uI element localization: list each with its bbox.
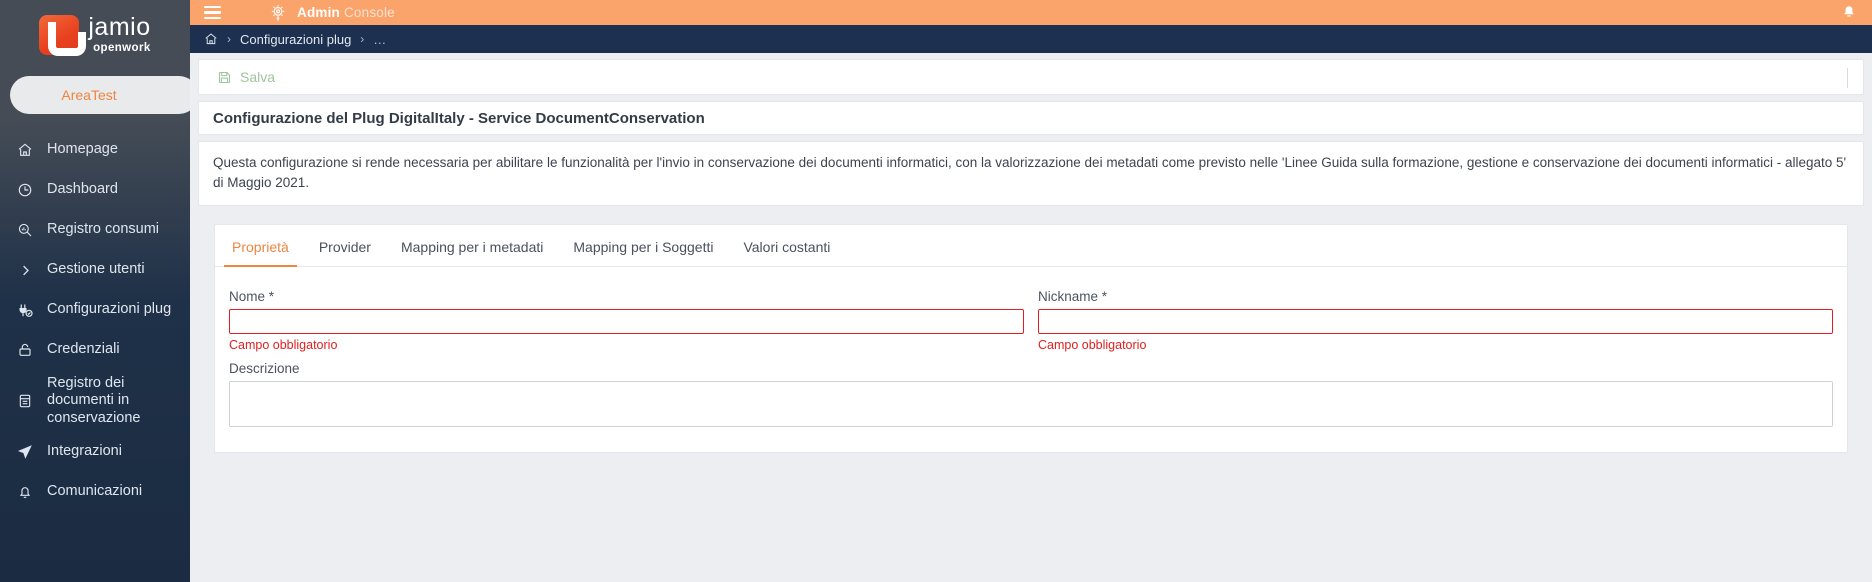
nickname-input[interactable]	[1038, 309, 1833, 335]
bell-icon[interactable]	[1840, 4, 1858, 22]
tab-label: Proprietà	[232, 239, 289, 256]
field-descrizione: Descrizione	[229, 361, 1833, 432]
sidebar-item-registro-consumi[interactable]: Registro consumi	[0, 210, 190, 250]
brand-subtitle: openwork	[93, 42, 151, 55]
content-area: Salva Configurazione del Plug DigitalIta…	[190, 53, 1872, 582]
breadcrumb-item-ellipsis[interactable]: …	[373, 32, 387, 47]
floppy-disk-icon	[217, 70, 232, 85]
sidebar-item-dashboard[interactable]: Dashboard	[0, 170, 190, 210]
toolbar-divider	[1847, 68, 1848, 88]
sidebar-item-label: Credenziali	[47, 341, 120, 358]
sidebar-item-label: Configurazioni plug	[47, 301, 172, 318]
tab-label: Valori costanti	[743, 239, 831, 256]
sidebar-item-gestione-utenti[interactable]: Gestione utenti	[0, 250, 190, 290]
field-nome: Nome * Campo obbligatorio	[229, 289, 1024, 352]
tab-valori-costanti[interactable]: Valori costanti	[728, 239, 845, 266]
nickname-error-message: Campo obbligatorio	[1038, 338, 1147, 353]
breadcrumb-home-icon[interactable]	[204, 32, 218, 46]
sidebar-nav: Homepage Dashboard Registro consumi Gest…	[0, 130, 190, 512]
descrizione-textarea[interactable]	[229, 381, 1833, 428]
tab-mapping-metadati[interactable]: Mapping per i metadati	[386, 239, 558, 266]
sidebar-item-credenziali[interactable]: Credenziali	[0, 330, 190, 370]
chevron-right-icon	[14, 263, 36, 278]
sidebar-item-label: Registro consumi	[47, 221, 160, 238]
breadcrumb-item-configurazioni-plug[interactable]: Configurazioni plug	[240, 32, 351, 47]
tab-label: Mapping per i Soggetti	[573, 239, 714, 256]
book-icon	[14, 393, 36, 409]
page-description-text: Questa configurazione si rende necessari…	[213, 155, 1847, 190]
nickname-label: Nickname *	[1038, 289, 1108, 305]
lock-icon	[14, 342, 36, 358]
sidebar-item-label: Homepage	[47, 141, 118, 158]
brand-logo-block[interactable]: jamio openwork	[0, 0, 190, 62]
sidebar-item-registro-documenti-conservazione[interactable]: Registro dei documenti in conservazione	[0, 370, 190, 432]
bell-outline-icon	[14, 484, 36, 500]
descrizione-label: Descrizione	[229, 361, 300, 377]
breadcrumb-separator: ›	[227, 32, 231, 46]
nome-label: Nome *	[229, 289, 275, 305]
send-icon	[14, 444, 36, 460]
area-label: AreaTest	[61, 87, 117, 103]
brand-text: jamio openwork	[88, 15, 150, 55]
tab-bar: Proprietà Provider Mapping per i metadat…	[215, 225, 1847, 268]
app-root: jamio openwork AreaTest Homepage Dashboa…	[0, 0, 1872, 582]
sidebar-item-comunicazioni[interactable]: Comunicazioni	[0, 472, 190, 512]
breadcrumb: › Configurazioni plug › …	[190, 25, 1872, 53]
lightbulb-gear-icon	[267, 2, 289, 24]
area-selector[interactable]: AreaTest	[10, 76, 190, 114]
chart-search-icon	[14, 222, 36, 238]
jamio-j-logo-icon	[39, 15, 87, 56]
home-icon	[14, 142, 36, 158]
tab-provider[interactable]: Provider	[304, 239, 386, 266]
sidebar-item-label: Dashboard	[47, 181, 118, 198]
hamburger-icon[interactable]	[204, 6, 221, 19]
properties-panel: Proprietà Provider Mapping per i metadat…	[214, 224, 1848, 454]
page-description: Questa configurazione si rende necessari…	[198, 141, 1864, 207]
tab-label: Mapping per i metadati	[400, 239, 544, 256]
properties-form: Nome * Campo obbligatorio Nickname * Cam…	[215, 267, 1847, 452]
sidebar-item-label: Registro dei documenti in conservazione	[47, 375, 141, 426]
action-toolbar: Salva	[198, 59, 1864, 95]
sidebar-item-label: Integrazioni	[47, 443, 122, 460]
tab-proprieta[interactable]: Proprietà	[217, 239, 304, 268]
app-title-rest: Console	[343, 5, 395, 20]
sidebar-item-integrazioni[interactable]: Integrazioni	[0, 432, 190, 472]
page-title: Configurazione del Plug DigitalItaly - S…	[198, 101, 1864, 135]
sidebar-item-configurazioni-plug[interactable]: Configurazioni plug	[0, 290, 190, 330]
save-button-label: Salva	[240, 69, 276, 85]
main-area: Admin Console › Configurazioni plug › … …	[190, 0, 1872, 582]
brand-name: jamio	[88, 13, 151, 42]
app-title: Admin Console	[297, 5, 395, 20]
field-nickname: Nickname * Campo obbligatorio	[1038, 289, 1833, 352]
nome-input[interactable]	[229, 309, 1024, 335]
sidebar-item-homepage[interactable]: Homepage	[0, 130, 190, 170]
breadcrumb-separator: ›	[360, 32, 365, 46]
top-header-bar: Admin Console	[190, 0, 1872, 25]
clock-icon	[14, 182, 36, 198]
save-button[interactable]: Salva	[211, 66, 281, 88]
sidebar-item-label: Gestione utenti	[47, 261, 145, 278]
page-title-text: Configurazione del Plug DigitalItaly - S…	[213, 109, 705, 127]
form-row-nome-nickname: Nome * Campo obbligatorio Nickname * Cam…	[229, 289, 1833, 352]
nome-error-message: Campo obbligatorio	[229, 338, 338, 353]
tab-label: Provider	[318, 239, 371, 256]
app-title-strong: Admin	[297, 5, 340, 20]
plug-check-icon	[14, 302, 36, 319]
sidebar-item-label: Comunicazioni	[47, 483, 143, 500]
sidebar: jamio openwork AreaTest Homepage Dashboa…	[0, 0, 190, 582]
tab-mapping-soggetti[interactable]: Mapping per i Soggetti	[558, 239, 728, 266]
